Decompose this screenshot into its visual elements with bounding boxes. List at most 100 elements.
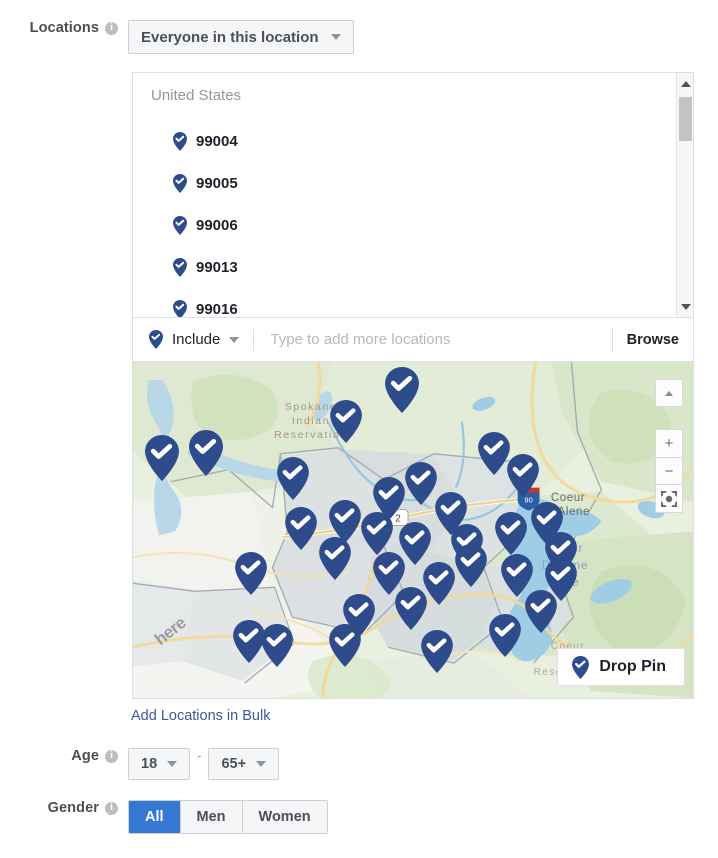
gender-option-all[interactable]: All [129, 801, 181, 833]
map-pin-check-icon [261, 624, 293, 667]
map-pin[interactable] [330, 400, 362, 444]
map-pin-check-icon [525, 590, 557, 633]
map-pin[interactable] [507, 454, 539, 498]
map-pin[interactable] [395, 587, 427, 631]
chevron-up-icon [665, 390, 673, 396]
map-pin[interactable] [489, 614, 521, 658]
map-pin[interactable] [235, 552, 267, 596]
map-pin[interactable] [329, 624, 361, 668]
add-location-input[interactable] [254, 318, 612, 361]
gender-option-women[interactable]: Women [242, 801, 327, 833]
map-pin[interactable] [285, 507, 317, 551]
map-pin-check-icon [145, 435, 179, 481]
map-pin-check-icon [173, 299, 187, 317]
map-pin-check-icon [149, 330, 163, 349]
age-max-dropdown[interactable]: 65+ [208, 748, 280, 780]
age-range-separator: - [197, 748, 202, 763]
map-pin-check-icon [173, 131, 187, 151]
selected-locations-panel: United States 99004 99005 99006 99013 99016 [132, 72, 694, 318]
map-pin-check-icon [173, 173, 187, 193]
map-pin[interactable] [261, 624, 293, 668]
browse-button[interactable]: Browse [613, 332, 693, 348]
map-pin-check-icon [395, 587, 427, 630]
map-pin-check-icon [319, 537, 351, 580]
scroll-down-arrow-icon[interactable] [677, 298, 693, 315]
add-location-row: Include Browse [132, 318, 694, 362]
location-map[interactable]: 2 90 Spokane Indian Reservation Coeur D'… [132, 362, 694, 699]
list-item[interactable]: 99005 [173, 162, 675, 204]
map-pin-check-icon [173, 215, 187, 235]
map-zoom-in-button[interactable]: + [655, 429, 683, 457]
gender-label-group: Gender i [0, 800, 128, 816]
chevron-down-icon [167, 761, 178, 767]
scroll-up-arrow-icon[interactable] [677, 75, 693, 92]
location-name: 99006 [196, 216, 238, 234]
map-pin[interactable] [405, 462, 437, 506]
add-locations-in-bulk-link[interactable]: Add Locations in Bulk [131, 708, 270, 724]
map-pin[interactable] [495, 512, 527, 556]
age-label: Age [71, 748, 99, 764]
include-exclude-dropdown[interactable]: Include [133, 318, 253, 361]
gender-label: Gender [47, 800, 99, 816]
map-pin[interactable] [189, 430, 223, 476]
minus-icon: − [664, 462, 674, 480]
map-pin[interactable] [145, 435, 179, 481]
map-pin[interactable] [319, 537, 351, 581]
map-pin-check-icon [495, 512, 527, 555]
age-label-group: Age i [0, 748, 128, 764]
age-max-value: 65+ [221, 756, 247, 772]
map-pin-check-icon [421, 630, 453, 673]
map-pin-check-icon [277, 457, 309, 500]
map-pin-check-icon [489, 614, 521, 657]
list-item[interactable]: 99004 [173, 120, 675, 162]
map-pin-check-icon [329, 624, 361, 667]
location-name: 99013 [196, 258, 238, 276]
info-icon[interactable]: i [105, 749, 118, 763]
location-name: 99005 [196, 174, 238, 192]
map-pin[interactable] [423, 562, 455, 606]
fit-bounds-icon [661, 490, 677, 507]
scrollbar-thumb[interactable] [679, 97, 692, 141]
map-fit-bounds-button[interactable] [655, 485, 683, 513]
list-item[interactable]: 99006 [173, 204, 675, 246]
list-item[interactable]: 99013 [173, 246, 675, 288]
map-pin[interactable] [421, 630, 453, 674]
map-pin[interactable] [361, 512, 393, 556]
locations-scrollbar[interactable] [676, 73, 693, 317]
map-pin[interactable] [478, 432, 510, 476]
drop-pin-button[interactable]: Drop Pin [557, 648, 685, 686]
map-pin-check-icon [405, 462, 437, 505]
age-min-dropdown[interactable]: 18 [128, 748, 191, 780]
locations-label-group: Locations i [0, 20, 128, 36]
map-pin-check-icon [361, 512, 393, 555]
map-pin-check-icon [285, 507, 317, 550]
gender-segmented-control: All Men Women [128, 800, 328, 834]
map-pin[interactable] [525, 590, 557, 634]
audience-location-type-value: Everyone in this location [141, 28, 319, 46]
map-pin[interactable] [385, 367, 419, 413]
location-name: 99016 [196, 300, 238, 318]
chevron-down-icon [256, 761, 267, 767]
map-zoom-out-button[interactable]: − [655, 457, 683, 485]
gender-option-men[interactable]: Men [180, 801, 243, 833]
map-pin-check-icon [235, 552, 267, 595]
map-pin-check-icon [385, 367, 419, 413]
map-pin-check-icon [330, 400, 362, 443]
age-field-row: Age i 18 - 65+ [0, 748, 718, 782]
map-pin[interactable] [277, 457, 309, 501]
selected-locations-scroll-area: United States 99004 99005 99006 99013 99016 [133, 73, 675, 317]
selected-locations-list: 99004 99005 99006 99013 99016 [151, 120, 675, 318]
map-pin[interactable] [455, 544, 487, 588]
map-collapse-button[interactable] [655, 379, 683, 407]
location-name: 99004 [196, 132, 238, 150]
map-pin-check-icon [478, 432, 510, 475]
drop-pin-label: Drop Pin [599, 658, 666, 675]
map-pin-check-icon [455, 544, 487, 587]
info-icon[interactable]: i [105, 801, 118, 815]
map-pin-check-icon [173, 257, 187, 277]
map-pin-check-icon [189, 430, 223, 476]
list-item[interactable]: 99016 [173, 288, 675, 318]
audience-location-type-dropdown[interactable]: Everyone in this location [128, 20, 354, 54]
info-icon[interactable]: i [105, 21, 118, 35]
map-pin-check-icon [572, 655, 590, 679]
